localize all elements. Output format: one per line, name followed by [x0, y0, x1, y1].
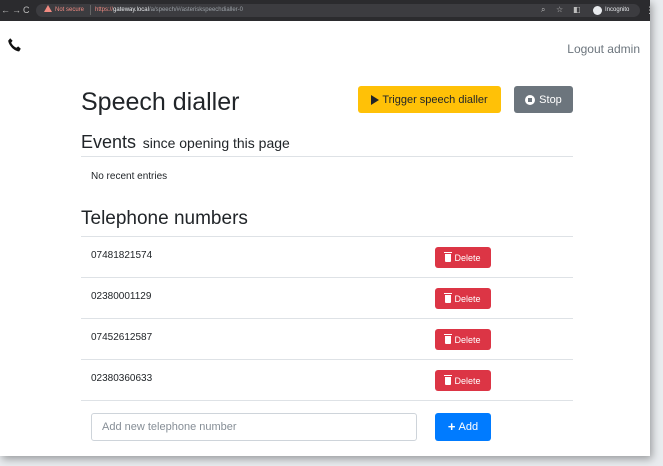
incognito-icon	[593, 6, 602, 15]
url-path: /a/speech/#/asteriskspeechdialler-0	[148, 7, 243, 13]
menu-icon[interactable]: ⋮	[645, 5, 650, 15]
trigger-button-label: Trigger speech dialler	[382, 93, 488, 106]
delete-button-label: Delete	[454, 375, 481, 386]
delete-button[interactable]: Delete	[435, 370, 491, 391]
star-icon[interactable]: ☆	[556, 5, 563, 15]
stop-circle-icon	[525, 94, 536, 105]
phone-icon	[8, 38, 21, 52]
events-heading-sub: since opening this page	[142, 135, 290, 151]
security-label: Not secure	[55, 7, 85, 13]
warning-icon	[44, 5, 52, 12]
delete-button-label: Delete	[454, 293, 481, 304]
telephone-number: 07452612587	[91, 332, 153, 343]
address-separator	[90, 5, 91, 15]
telephone-number: 07481821574	[91, 250, 153, 261]
delete-button[interactable]: Delete	[435, 329, 491, 350]
trash-icon	[444, 251, 453, 262]
telephone-number: 02380001129	[91, 291, 152, 302]
table-row: 02380001129 Delete	[81, 277, 573, 318]
trash-icon	[444, 333, 453, 344]
telephone-number: 02380360633	[91, 373, 153, 384]
url-scheme: https://	[95, 7, 114, 13]
plus-icon: +	[447, 419, 456, 434]
side-panel-icon[interactable]: ◧	[573, 5, 581, 15]
delete-button-label: Delete	[454, 252, 481, 263]
table-row: 07452612587 Delete	[81, 318, 573, 359]
add-number-row: + Add	[81, 400, 573, 445]
delete-button[interactable]: Delete	[435, 247, 491, 268]
table-row: 07481821574 Delete	[81, 236, 573, 277]
zoom-icon[interactable]: ⌕	[541, 5, 545, 15]
delete-button[interactable]: Delete	[435, 288, 491, 309]
trash-icon	[444, 374, 453, 385]
events-empty-text: No recent entries	[91, 171, 168, 182]
stop-button-label: Stop	[539, 93, 562, 106]
page-title: Speech dialler	[81, 88, 240, 116]
browser-window: ← → C Not secure https://gateway.local/a…	[0, 0, 650, 456]
reload-icon[interactable]: C	[23, 5, 30, 15]
delete-button-label: Delete	[454, 334, 481, 345]
play-icon	[371, 94, 380, 105]
back-icon[interactable]: ←	[1, 5, 10, 15]
logout-link[interactable]: Logout admin	[567, 42, 640, 56]
telephone-heading: Telephone numbers	[81, 208, 248, 229]
add-button-label: Add	[458, 421, 479, 433]
forward-icon[interactable]: →	[12, 5, 21, 15]
table-row: 02380360633 Delete	[81, 359, 573, 400]
new-telephone-input[interactable]	[91, 413, 417, 441]
events-heading-main: Events	[81, 132, 137, 152]
stop-button[interactable]: Stop	[514, 86, 573, 113]
trigger-speech-dialler-button[interactable]: Trigger speech dialler	[358, 86, 501, 113]
trash-icon	[444, 292, 453, 303]
url-host: gateway.local	[113, 7, 149, 13]
events-heading: Events since opening this page	[81, 130, 290, 154]
events-divider	[81, 156, 573, 157]
telephone-list: 07481821574 Delete 02380001129 Delete 07…	[81, 236, 573, 400]
browser-toolbar: ← → C Not secure https://gateway.local/a…	[0, 0, 650, 21]
url-text[interactable]: https://gateway.local/a/speech/#/asteris…	[95, 6, 243, 14]
add-button[interactable]: + Add	[435, 413, 491, 441]
profile-label: Incognito	[605, 7, 630, 13]
